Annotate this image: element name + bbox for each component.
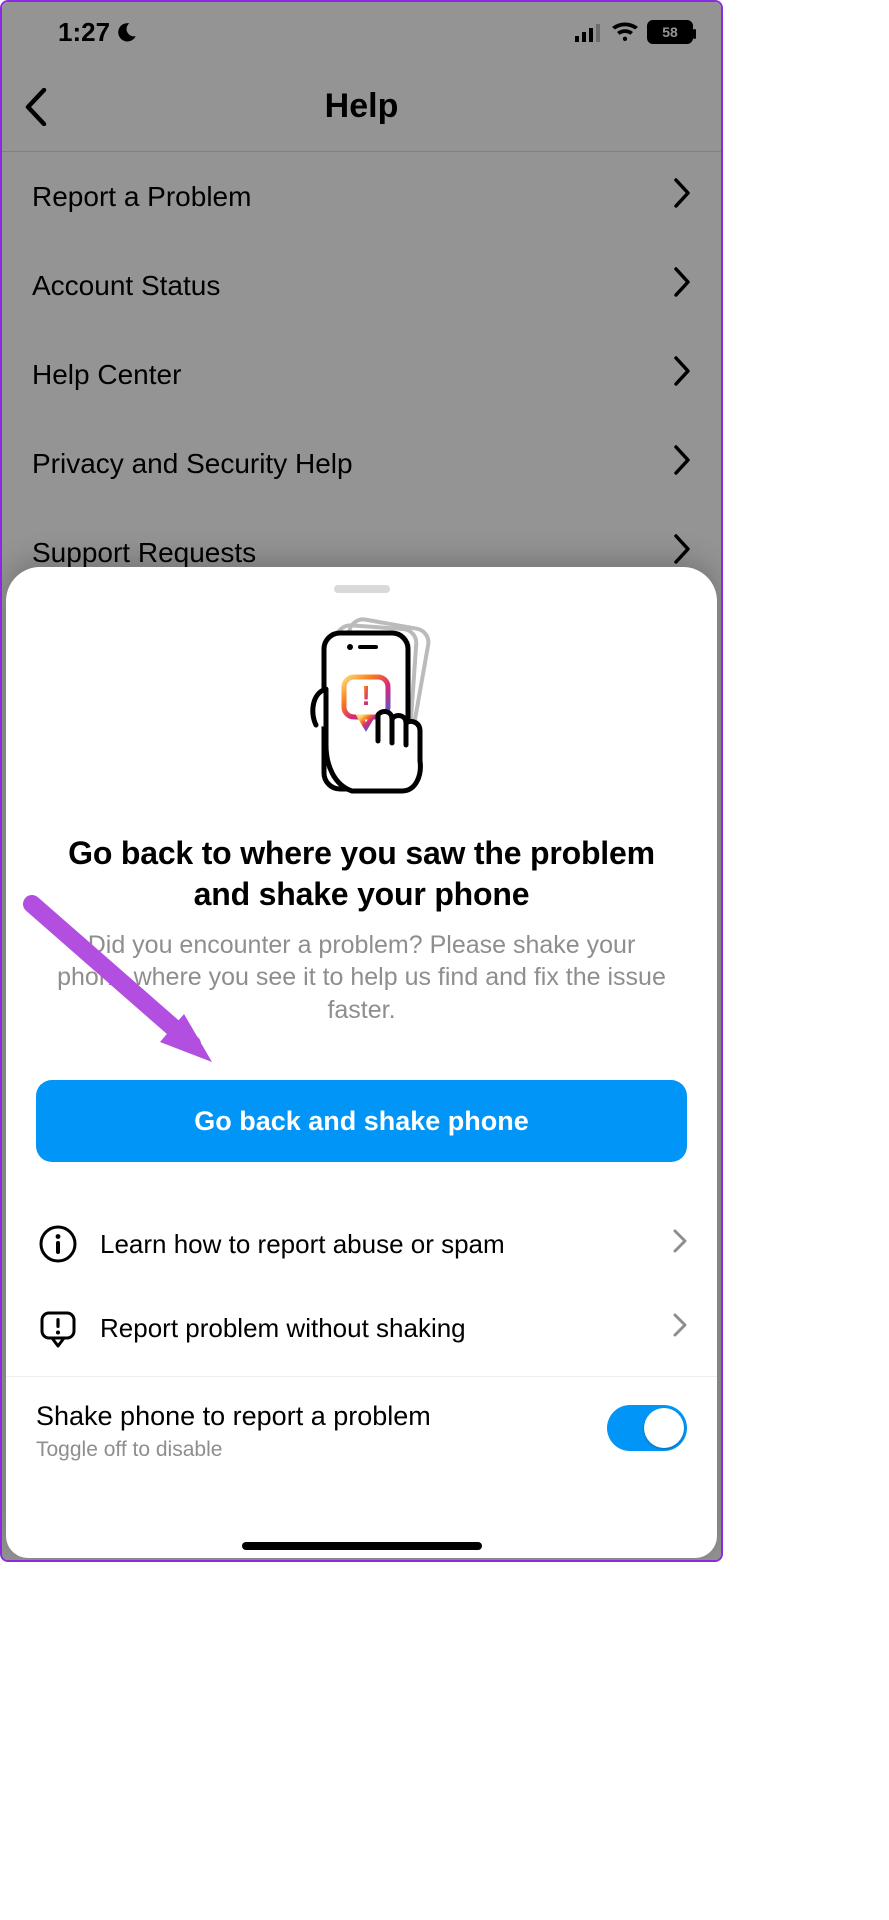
go-back-shake-button[interactable]: Go back and shake phone: [36, 1080, 687, 1162]
toggle-subtitle: Toggle off to disable: [36, 1438, 431, 1462]
phone-screen: 1:27 58 Help Report a Problem Account St…: [0, 0, 723, 1562]
menu-item-label: Support Requests: [32, 537, 256, 569]
menu-item-label: Account Status: [32, 270, 220, 302]
menu-item-report-problem[interactable]: Report a Problem: [2, 152, 721, 241]
menu-item-label: Help Center: [32, 359, 181, 391]
chevron-right-icon: [673, 1229, 687, 1260]
nav-header: Help: [2, 62, 721, 152]
status-bar: 1:27 58: [2, 2, 721, 62]
status-time: 1:27: [58, 17, 110, 48]
alert-bubble-icon: [36, 1306, 80, 1350]
menu-item-account-status[interactable]: Account Status: [2, 241, 721, 330]
sheet-subheading: Did you encounter a problem? Please shak…: [6, 915, 717, 1027]
toggle-knob: [644, 1408, 684, 1448]
shake-report-toggle[interactable]: [607, 1405, 687, 1451]
cellular-icon: [575, 22, 603, 42]
battery-indicator: 58: [647, 20, 693, 44]
menu-item-privacy-security[interactable]: Privacy and Security Help: [2, 419, 721, 508]
page-title: Help: [325, 87, 399, 126]
info-icon: [36, 1222, 80, 1266]
chevron-left-icon: [24, 88, 48, 126]
menu-item-help-center[interactable]: Help Center: [2, 330, 721, 419]
status-left: 1:27: [58, 17, 138, 48]
menu-item-label: Report a Problem: [32, 181, 251, 213]
menu-item-label: Privacy and Security Help: [32, 448, 353, 480]
chevron-right-icon: [673, 534, 691, 571]
chevron-right-icon: [673, 356, 691, 393]
row-report-without-shaking[interactable]: Report problem without shaking: [6, 1286, 717, 1370]
shake-phone-illustration: !: [272, 615, 452, 815]
sheet-option-list: Learn how to report abuse or spam Report…: [6, 1202, 717, 1370]
home-indicator[interactable]: [242, 1542, 482, 1550]
chevron-right-icon: [673, 178, 691, 215]
chevron-right-icon: [673, 1313, 687, 1344]
wifi-icon: [611, 21, 639, 43]
status-right: 58: [575, 20, 693, 44]
battery-label: 58: [662, 24, 678, 40]
row-label: Learn how to report abuse or spam: [100, 1229, 653, 1260]
toggle-title: Shake phone to report a problem: [36, 1401, 431, 1432]
svg-text:!: !: [361, 680, 370, 711]
chevron-right-icon: [673, 267, 691, 304]
row-learn-report-abuse[interactable]: Learn how to report abuse or spam: [6, 1202, 717, 1286]
sheet-grabber[interactable]: [334, 585, 390, 593]
sheet-heading: Go back to where you saw the problem and…: [6, 833, 717, 915]
row-label: Report problem without shaking: [100, 1313, 653, 1344]
help-menu-list: Report a Problem Account Status Help Cen…: [2, 152, 721, 597]
toggle-row-shake-to-report: Shake phone to report a problem Toggle o…: [6, 1377, 717, 1470]
report-problem-sheet: ! Go back to where you saw the problem a…: [6, 567, 717, 1558]
illustration-wrap: !: [6, 615, 717, 815]
do-not-disturb-icon: [116, 21, 138, 43]
back-button[interactable]: [16, 87, 56, 127]
chevron-right-icon: [673, 445, 691, 482]
